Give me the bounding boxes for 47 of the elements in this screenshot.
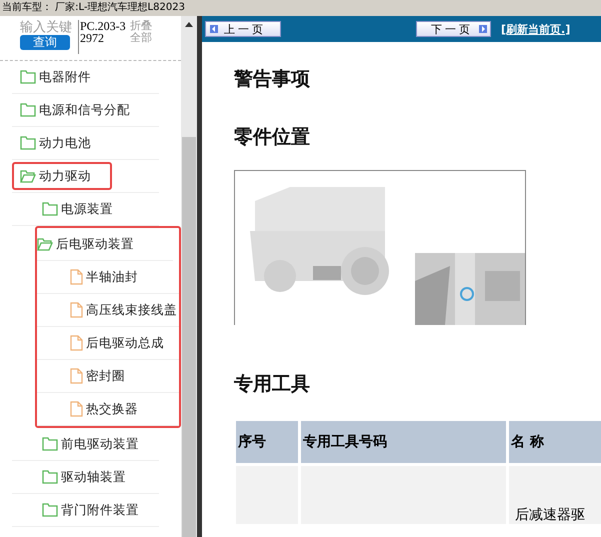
tree-item[interactable]: 后电驱动装置 [56, 236, 134, 252]
tree-item[interactable]: 电源和信号分配 [39, 102, 130, 118]
document-icon [70, 269, 83, 285]
part-code: PC.203-32972 [78, 20, 126, 54]
tree-item[interactable]: 后电驱动总成 [86, 334, 164, 352]
query-button[interactable]: 查询 [20, 35, 70, 50]
document-icon [70, 368, 83, 384]
document-icon [70, 302, 83, 318]
tree-item[interactable]: 动力驱动 [39, 168, 91, 184]
folder-icon [37, 237, 53, 251]
previous-page-button[interactable]: 上一页 [205, 21, 281, 37]
tree-item[interactable]: 高压线束接线盖 [86, 302, 177, 318]
folder-icon [20, 136, 36, 150]
tree-item[interactable]: 背门附件装置 [61, 502, 139, 518]
table-header: 名 称 [509, 421, 601, 463]
right-arrow-icon [479, 25, 487, 33]
document-icon [70, 401, 83, 417]
folder-icon [42, 503, 58, 517]
table-cell: 后减速器驱 [509, 466, 601, 524]
left-arrow-icon [210, 25, 218, 33]
tree-item[interactable]: 半轴油封 [86, 268, 138, 286]
section-heading: 零件位置 [234, 125, 311, 150]
folder-icon [20, 70, 36, 84]
table-header: 专用工具号码 [301, 421, 506, 463]
tree-item[interactable]: 电源装置 [61, 200, 113, 218]
folder-icon [42, 470, 58, 484]
search-field[interactable]: 输入关键 [20, 20, 74, 35]
tree-item[interactable]: 电器附件 [39, 68, 91, 86]
document-icon [70, 335, 83, 351]
tree-item[interactable]: 驱动轴装置 [61, 468, 126, 486]
refresh-page-link[interactable]: [刷新当前页.] [501, 22, 570, 36]
section-heading: 警告事项 [234, 67, 311, 92]
folder-icon [42, 202, 58, 216]
tree-item[interactable]: 前电驱动装置 [61, 436, 139, 452]
next-page-button[interactable]: 下一页 [416, 21, 491, 37]
table-header: 序号 [236, 421, 298, 463]
folder-icon [42, 437, 58, 451]
scroll-thumb[interactable] [182, 137, 196, 537]
scroll-up-icon[interactable] [185, 22, 193, 27]
tree-item[interactable]: 动力电池 [39, 134, 91, 152]
section-heading: 专用工具 [234, 372, 311, 397]
current-model-label: 当前车型： 厂家:L-理想汽车理想L82023 [1, 0, 186, 15]
tree-item[interactable]: 密封圈 [86, 368, 125, 384]
scrollbar[interactable] [181, 16, 197, 537]
folder-icon [20, 103, 36, 117]
folder-icon [20, 169, 36, 183]
tree-item[interactable]: 热交换器 [86, 400, 138, 418]
